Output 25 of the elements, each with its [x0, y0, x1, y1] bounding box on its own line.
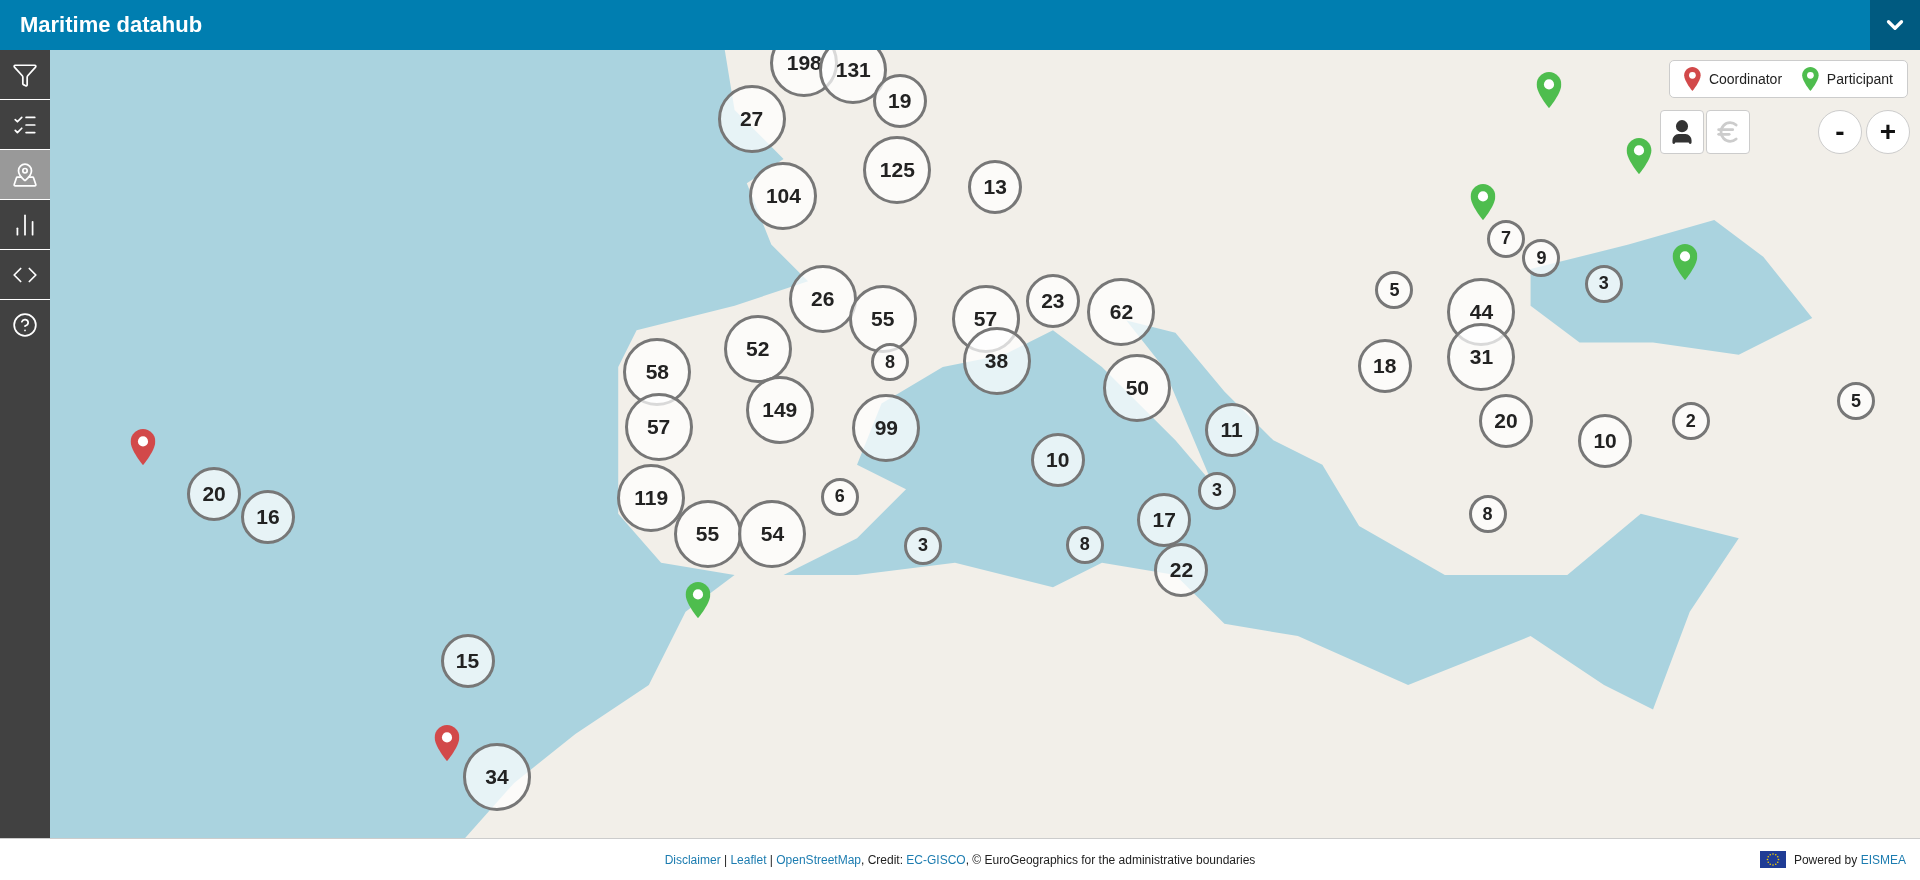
map-pin-icon[interactable]	[1536, 71, 1562, 108]
help-icon	[12, 312, 38, 338]
euro-toggle-button[interactable]	[1706, 110, 1750, 154]
credit-link[interactable]: Leaflet	[730, 852, 767, 867]
legend-label: Participant	[1826, 71, 1893, 87]
map-pin-icon[interactable]	[1470, 184, 1496, 221]
map-pin-icon[interactable]	[1672, 244, 1698, 281]
credit-link[interactable]: Disclaimer	[664, 852, 721, 867]
map-view[interactable]: 198 131 27 19 104 125 13 7 9 26 55 57 23 62 5 44 3 58 52 8 38 18 31 50 149 5 57 99 11 20 2 10 10 20 119 6 3 16 17 8 55 54 3 8 22 15 34 Coordinator Participant - +	[50, 50, 1920, 838]
map-icon	[12, 161, 38, 188]
eu-flag-icon	[1759, 851, 1786, 868]
menu-toggle-button[interactable]	[1870, 0, 1920, 50]
map-pin-icon[interactable]	[434, 725, 460, 762]
credit-link[interactable]: EC-GISCO	[906, 852, 966, 867]
map-pin-icon[interactable]	[1626, 137, 1652, 174]
legend-label: Coordinator	[1708, 71, 1783, 87]
person-toggle-button[interactable]	[1660, 110, 1704, 154]
filter-icon	[12, 61, 38, 88]
eismea-link[interactable]: EISMEA	[1860, 852, 1906, 867]
powered-by-text: Powered by EISMEA	[1793, 852, 1906, 867]
credit-link[interactable]: OpenStreetMap	[776, 852, 861, 867]
credits-text: Disclaimer | Leaflet | OpenStreetMap, Credit: EC-GISCO, © EuroGeographics for the administrative boundaries	[664, 852, 1256, 867]
app-title: Maritime datahub	[20, 12, 203, 38]
map-pin-icon[interactable]	[130, 429, 156, 466]
map-pin-icon[interactable]	[685, 582, 711, 619]
